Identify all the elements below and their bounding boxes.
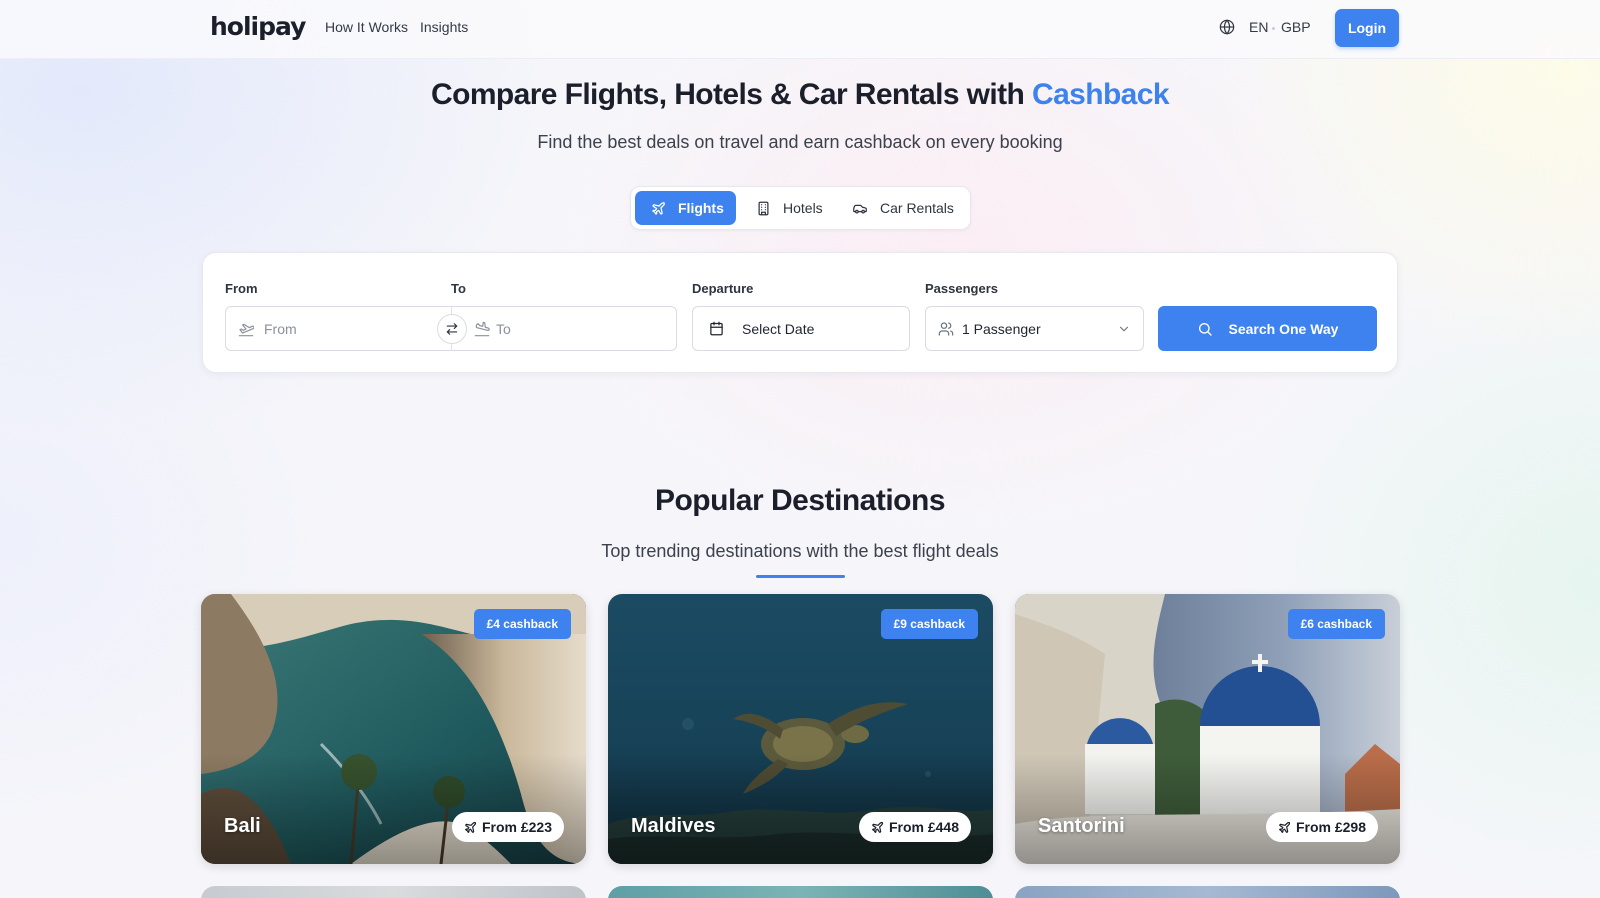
plane-takeoff-icon [238,323,254,337]
from-input[interactable]: From [264,321,297,337]
hero-title-accent: Cashback [1032,78,1170,111]
plane-icon [652,201,665,215]
departure-value: Select Date [742,320,815,337]
calendar-icon [710,321,723,336]
passengers-value: 1 Passenger [962,320,1041,337]
destination-name: Bali [224,815,261,837]
flight-search-form: From To Departure Passengers From To Sel… [202,252,1398,373]
tab-car-rentals-label: Car Rentals [880,200,954,216]
tab-flights[interactable]: Flights [635,191,736,225]
card-gradient-overlay [1015,754,1400,864]
popular-destinations-title: Popular Destinations [654,484,946,517]
destination-card-peek[interactable] [1015,886,1400,898]
tab-hotels-label: Hotels [783,200,823,216]
departure-label: Departure [692,281,754,296]
hero-title-main: Compare Flights, Hotels & Car Rentals wi… [431,78,1032,111]
users-icon [938,321,954,336]
card-gradient-overlay [608,754,993,864]
top-header: holipay How It Works Insights EN GBP Log… [0,0,1600,59]
plane-icon [871,821,884,833]
car-icon [853,204,867,213]
cashback-badge: £4 cashback [473,609,571,639]
search-button-label: Search One Way [1228,320,1339,337]
tab-car-rentals[interactable]: Car Rentals [846,191,966,225]
to-input[interactable]: To [496,321,511,337]
price-label: From £298 [1295,819,1366,835]
to-label: To [451,281,466,296]
hero-subtitle: Find the best deals on travel and earn c… [537,132,1063,152]
plane-icon [1278,821,1291,833]
building-icon [758,201,769,215]
currency-selector[interactable]: GBP [1281,19,1311,35]
plane-icon [464,821,477,833]
plane-landing-icon [474,321,490,337]
destination-name: Maldives [631,815,716,837]
card-gradient-overlay [201,754,586,864]
from-label: From [225,281,258,296]
destination-card-peek[interactable] [608,886,993,898]
price-label: From £448 [888,819,959,835]
title-underline [756,575,845,578]
booking-type-tabs: Flights Hotels Car Rentals [630,186,971,230]
price-pill: From £448 [858,812,971,842]
hero-title: Compare Flights, Hotels & Car Rentals wi… [0,78,1600,112]
globe-icon[interactable] [1219,19,1235,35]
cashback-badge: £6 cashback [1287,609,1385,639]
cashback-badge: £9 cashback [880,609,978,639]
separator-dot [1272,27,1275,30]
nav-how-it-works[interactable]: How It Works [325,19,408,35]
destination-card-santorini[interactable]: £6 cashback Santorini From £298 [1015,594,1400,864]
swap-button[interactable] [437,314,467,344]
login-button[interactable]: Login [1335,9,1399,47]
passengers-label: Passengers [925,281,998,296]
swap-arrows-icon [446,323,458,335]
destination-card-peek[interactable] [201,886,586,898]
price-label: From £223 [481,819,552,835]
departure-date-picker[interactable]: Select Date [692,306,910,351]
tab-hotels[interactable]: Hotels [750,191,836,225]
from-to-fields: From To [225,306,677,351]
passengers-select[interactable]: 1 Passenger [925,306,1144,351]
tab-flights-label: Flights [678,200,724,216]
chevron-down-icon [1119,326,1129,332]
logo[interactable]: holipay [210,12,306,41]
price-pill: From £298 [1265,812,1378,842]
popular-destinations-subtitle: Top trending destinations with the best … [601,541,999,561]
destination-name: Santorini [1038,815,1125,837]
destination-card-bali[interactable]: £4 cashback Bali From £223 [201,594,586,864]
search-one-way-button[interactable]: Search One Way [1158,306,1377,351]
destination-card-maldives[interactable]: £9 cashback Maldives From £448 [608,594,993,864]
price-pill: From £223 [451,812,564,842]
nav-insights[interactable]: Insights [420,19,468,35]
language-selector[interactable]: EN [1249,19,1268,35]
search-icon [1198,322,1212,336]
